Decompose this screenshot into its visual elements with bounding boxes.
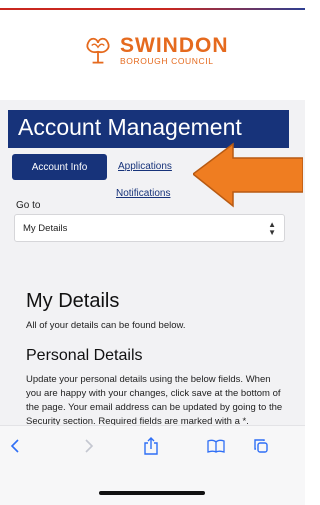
tab-account-info[interactable]: Account Info [12, 154, 107, 180]
tab-notifications[interactable]: Notifications [116, 188, 170, 199]
bookmarks-icon[interactable] [205, 435, 227, 457]
details-heading: My Details [26, 290, 120, 312]
details-content: My Details All of your details can be fo… [26, 290, 288, 429]
personal-details-text: Update your personal details using the b… [26, 374, 283, 427]
goto-label: Go to [16, 200, 41, 211]
forward-icon[interactable] [78, 435, 100, 457]
tab-applications[interactable]: Applications [118, 161, 172, 172]
top-color-strip [0, 0, 305, 10]
share-icon[interactable] [140, 435, 162, 457]
home-indicator [99, 491, 205, 495]
goto-select[interactable]: My Details ▲ ▼ [14, 214, 285, 242]
logo-subtitle: BOROUGH COUNCIL [120, 55, 214, 66]
orange-arrow-icon [193, 142, 303, 208]
logo-name: SWINDON [120, 33, 229, 57]
select-caret-icon: ▲ ▼ [268, 220, 276, 237]
site-header: SWINDON BOROUGH COUNCIL [0, 10, 305, 100]
logo-mark-icon [86, 37, 110, 64]
swindon-logo[interactable]: SWINDON BOROUGH COUNCIL [80, 32, 229, 68]
back-icon[interactable] [4, 435, 26, 457]
page-title: Account Management [18, 114, 242, 140]
goto-selected-value: My Details [23, 222, 68, 234]
personal-details-heading: Personal Details [26, 347, 143, 364]
details-subtitle: All of your details can be found below. [26, 320, 186, 331]
tabs-icon[interactable] [250, 435, 272, 457]
